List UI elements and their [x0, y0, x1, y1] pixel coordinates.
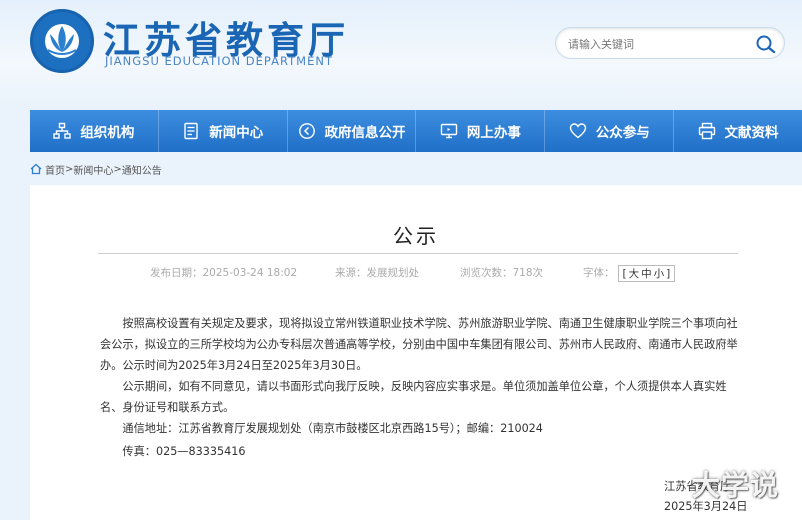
nav-label: 文献资料 — [724, 125, 779, 141]
nav-item-public-participation[interactable]: 公众参与 — [545, 110, 675, 152]
site-logo[interactable] — [30, 9, 94, 73]
contact-address: 通信地址：江苏省教育厅发展规划处（南京市鼓楼区北京西路15号）；邮编：21002… — [122, 422, 543, 435]
search-box — [555, 27, 785, 59]
article-panel: 公示 发布日期：2025-03-24 18:02 来源：发展规划处 浏览次数：7… — [30, 185, 802, 520]
font-size-small[interactable]: 小 — [654, 268, 665, 280]
online-service-icon — [440, 123, 458, 139]
home-icon — [30, 163, 42, 175]
font-size-box: [大中小] — [617, 265, 676, 282]
article-meta: 发布日期：2025-03-24 18:02 来源：发展规划处 浏览次数：718次… — [30, 265, 802, 282]
lotus-emblem-icon — [45, 24, 79, 58]
nav-label: 政府信息公开 — [324, 125, 406, 141]
search-input[interactable] — [568, 34, 738, 54]
nav-item-info-disclosure[interactable]: 政府信息公开 — [288, 110, 417, 152]
view-count: 浏览次数：718次 — [460, 267, 544, 279]
contact-fax: 传真：025—83335416 — [122, 445, 246, 458]
breadcrumb: 首页 > 新闻中心 > 通知公告 — [30, 161, 162, 177]
font-size-control: 字体：[大中小] — [583, 265, 676, 282]
nav-label: 网上办事 — [466, 125, 521, 141]
nav-label: 公众参与 — [595, 125, 650, 141]
title-divider — [98, 253, 738, 254]
nav-label: 新闻中心 — [209, 125, 264, 141]
article-body: 按照高校设置有关规定及要求，现将拟设立常州铁道职业技术学院、苏州旅游职业学院、南… — [100, 313, 740, 462]
site-header: 江苏省教育厅 JIANGSU EDUCATION DEPARTMENT — [0, 0, 802, 105]
breadcrumb-notices[interactable]: 通知公告 — [122, 162, 162, 177]
heart-icon — [569, 123, 586, 139]
main-nav: 组织机构 新闻中心 政府信息公开 网上办事 公众参与 文献资料 — [30, 110, 802, 152]
font-size-medium[interactable]: 中 — [641, 268, 652, 280]
nav-item-documents[interactable]: 文献资料 — [674, 110, 802, 152]
body-paragraph: 按照高校设置有关规定及要求，现将拟设立常州铁道职业技术学院、苏州旅游职业学院、南… — [100, 317, 738, 372]
font-size-large[interactable]: 大 — [629, 268, 640, 280]
body-paragraph: 公示期间，如有不同意见，请以书面形式向我厅反映，反映内容应实事求是。单位须加盖单… — [100, 380, 727, 414]
article-source: 来源：发展规划处 — [335, 267, 419, 279]
watermark-text: 大学说 — [692, 469, 780, 502]
org-chart-icon — [53, 122, 72, 139]
search-icon[interactable] — [755, 34, 777, 54]
publish-date: 发布日期：2025-03-24 18:02 — [150, 267, 298, 279]
nav-label: 组织机构 — [80, 125, 135, 141]
printer-icon — [698, 122, 715, 140]
news-icon — [184, 122, 198, 140]
nav-item-online-service[interactable]: 网上办事 — [416, 110, 546, 152]
info-disclosure-icon — [298, 123, 315, 139]
breadcrumb-home[interactable]: 首页 — [45, 162, 65, 177]
article-title: 公示 — [393, 224, 439, 248]
breadcrumb-separator: > — [65, 163, 74, 175]
nav-item-org[interactable]: 组织机构 — [30, 110, 159, 152]
nav-item-news[interactable]: 新闻中心 — [159, 110, 288, 152]
breadcrumb-news-center[interactable]: 新闻中心 — [73, 162, 113, 177]
site-subtitle: JIANGSU EDUCATION DEPARTMENT — [105, 54, 333, 68]
breadcrumb-separator: > — [113, 163, 122, 175]
